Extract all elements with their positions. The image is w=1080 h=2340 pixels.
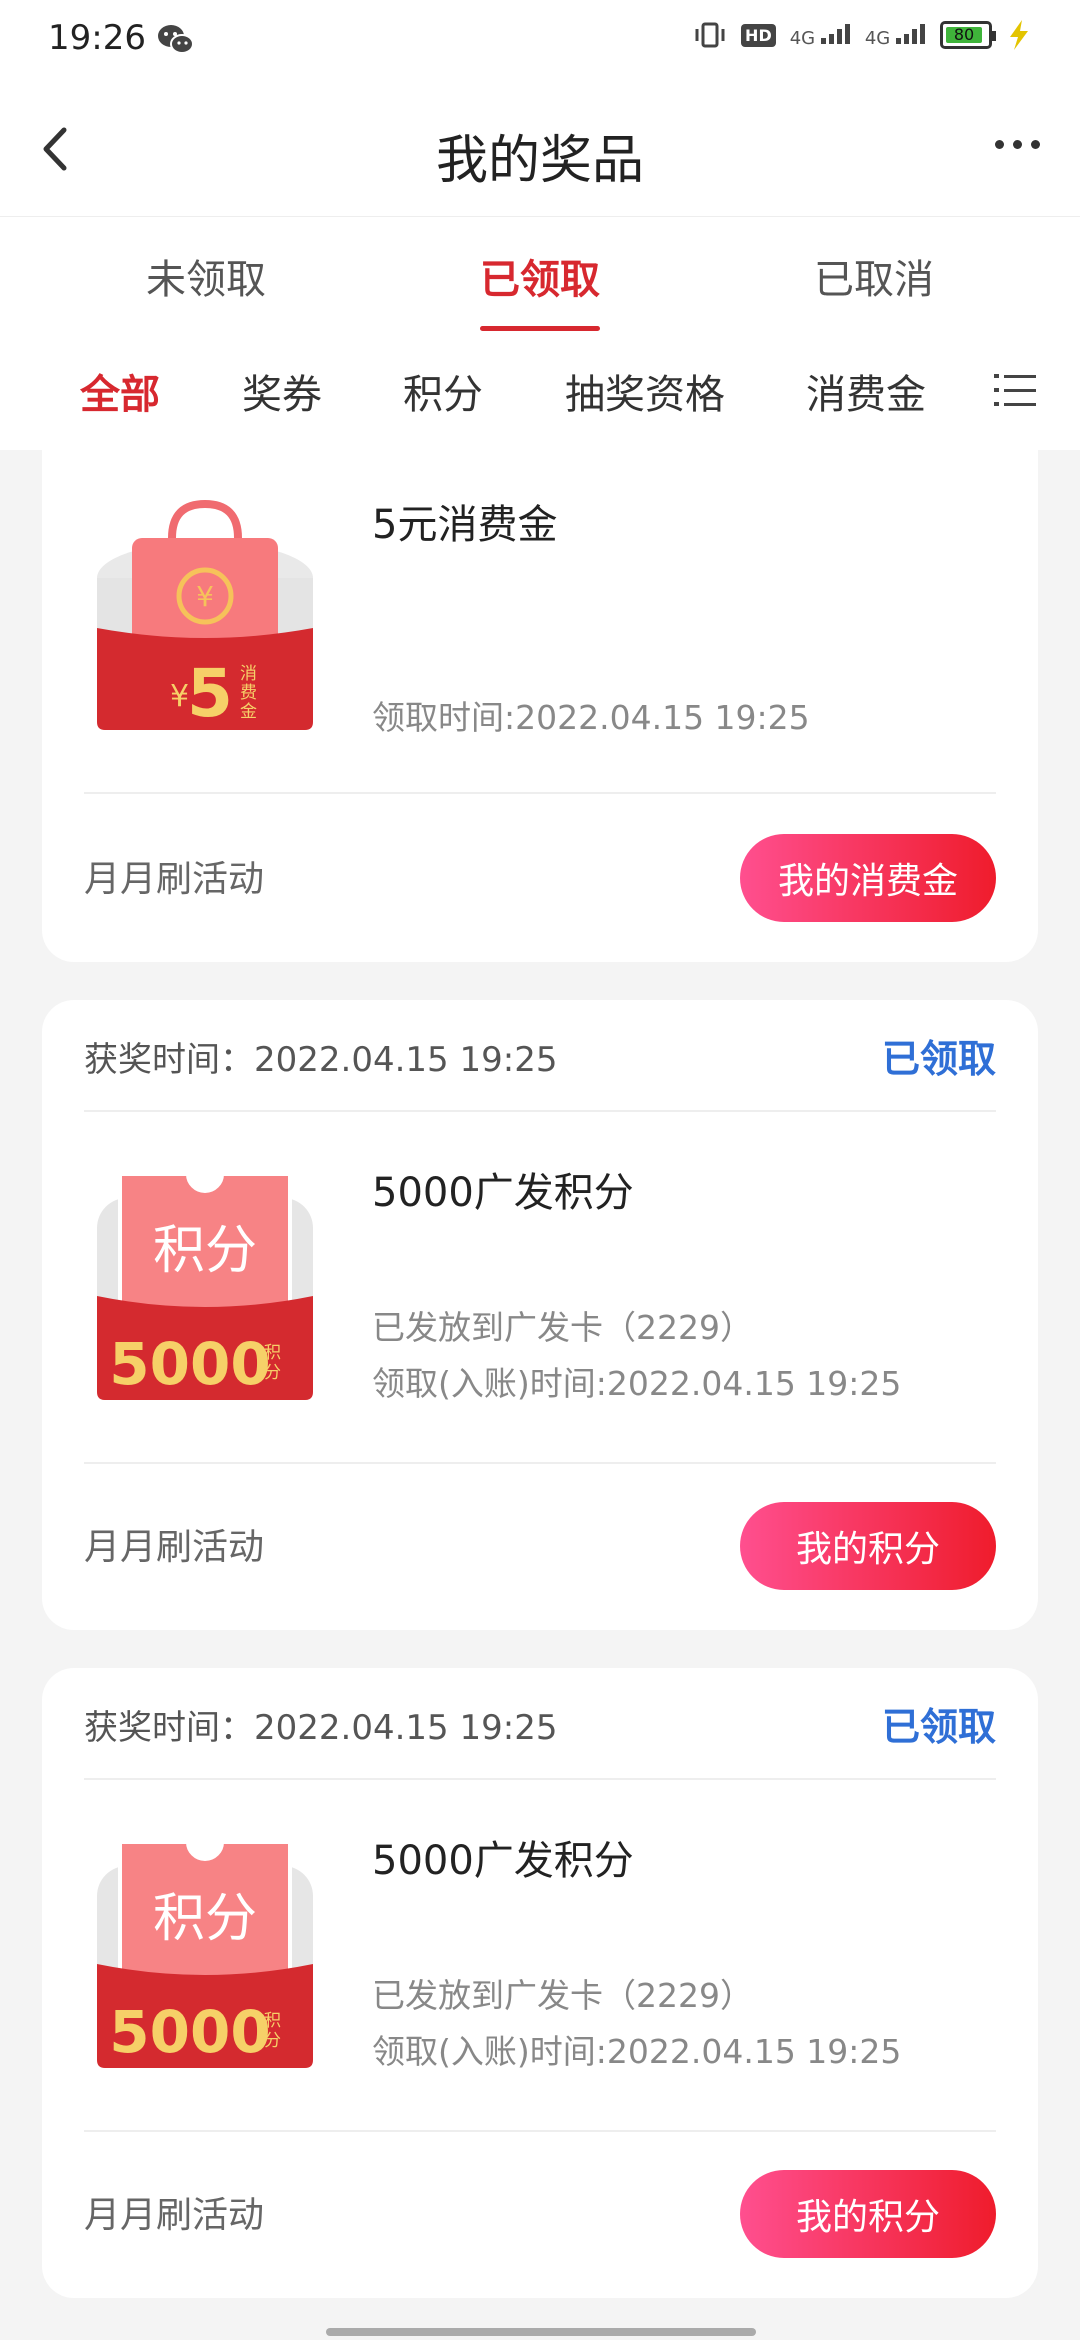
hd-icon: HD [741,23,776,47]
voucher-amount: 5 [187,655,233,730]
prize-card: 获奖时间：2022.04.15 19:25 已领取 积分 5000 积 分 50… [42,1668,1038,2298]
issued-to-card: 已发放到广发卡（2229） [372,1976,753,2015]
points-unit-2: 分 [264,2031,281,2051]
filter-lottery[interactable]: 抽奖资格 [565,362,725,420]
voucher-unit-2: 费 [240,683,257,703]
award-time: 获奖时间：2022.04.15 19:25 [84,1708,558,1748]
page-title: 我的奖品 [435,131,644,191]
battery-icon: 80 [940,21,996,49]
card-header: 获奖时间：2022.04.15 19:25 已领取 [84,1000,996,1112]
activity-name: 月月刷活动 [84,2195,265,2236]
claim-time: 领取时间:2022.04.15 19:25 [372,698,810,737]
voucher-unit-3: 金 [240,702,257,722]
activity-name: 月月刷活动 [84,1527,265,1568]
divider [84,792,996,794]
net-label-2: 4G [864,27,891,49]
wechat-icon [158,25,194,54]
credit-time: 领取(入账)时间:2022.04.15 19:25 [372,1364,902,1403]
charging-icon [1010,20,1028,50]
battery-level: 80 [946,27,982,43]
divider [84,2130,996,2132]
signal-icon-2: 4G [865,22,926,49]
filter-points[interactable]: 积分 [403,362,483,420]
signal-icon-1: 4G [790,22,851,49]
tab-cancelled[interactable]: 已取消 [774,247,974,305]
points-unit-1: 积 [264,2011,281,2031]
home-indicator[interactable] [326,2328,756,2336]
prize-card: ¥ ¥ 5 消 费 金 5元消费金 领取时间:2022.04.15 19:25 … [42,420,1038,962]
tab-unclaimed[interactable]: 未领取 [106,247,306,305]
points-title: 积分 [153,1889,257,1949]
my-points-button[interactable]: 我的积分 [740,2170,996,2258]
points-unit-2: 分 [264,1363,281,1383]
filter-all[interactable]: 全部 [80,362,160,420]
points-amount: 5000 [109,1330,270,1398]
voucher-bag-icon: ¥ ¥ 5 消 费 金 [97,499,313,730]
filter-vouchers[interactable]: 奖券 [242,362,322,420]
activity-name: 月月刷活动 [84,859,265,900]
more-icon[interactable] [995,140,1040,149]
prize-name: 5000广发积分 [372,1170,634,1216]
coin-symbol: ¥ [196,580,214,613]
points-title: 积分 [153,1221,257,1281]
nav-bar: 我的奖品 [0,84,1080,216]
status-badge: 已领取 [881,1705,996,1749]
status-bar: 19:26 HD 4G 4G 80 [0,0,1080,84]
divider [84,1462,996,1464]
voucher-unit-1: 消 [240,664,257,684]
menu-list-icon[interactable] [994,370,1036,410]
status-badge: 已领取 [881,1037,996,1081]
filter-spending-money[interactable]: 消费金 [806,362,926,420]
points-amount: 5000 [109,1998,270,2066]
status-time: 19:26 [48,18,146,58]
points-ticket-icon: 积分 5000 积 分 [97,1840,313,2068]
prize-name: 5元消费金 [372,502,558,548]
my-spending-money-button[interactable]: 我的消费金 [740,834,996,922]
prize-name: 5000广发积分 [372,1838,634,1884]
credit-time: 领取(入账)时间:2022.04.15 19:25 [372,2032,902,2071]
points-ticket-icon: 积分 5000 积 分 [97,1172,313,1400]
active-tab-indicator [480,326,600,331]
tab-claimed[interactable]: 已领取 [440,247,640,305]
award-time: 获奖时间：2022.04.15 19:25 [84,1040,558,1080]
points-unit-1: 积 [264,1343,281,1363]
card-header: 获奖时间：2022.04.15 19:25 已领取 [84,1668,996,1780]
vibrate-icon [695,22,725,48]
net-label-1: 4G [789,27,816,49]
status-icons: HD 4G 4G 80 [693,20,1032,50]
my-points-button[interactable]: 我的积分 [740,1502,996,1590]
issued-to-card: 已发放到广发卡（2229） [372,1308,753,1347]
prize-card: 获奖时间：2022.04.15 19:25 已领取 积分 5000 积 分 50… [42,1000,1038,1630]
status-tabs: 未领取 已领取 已取消 [0,216,1080,335]
